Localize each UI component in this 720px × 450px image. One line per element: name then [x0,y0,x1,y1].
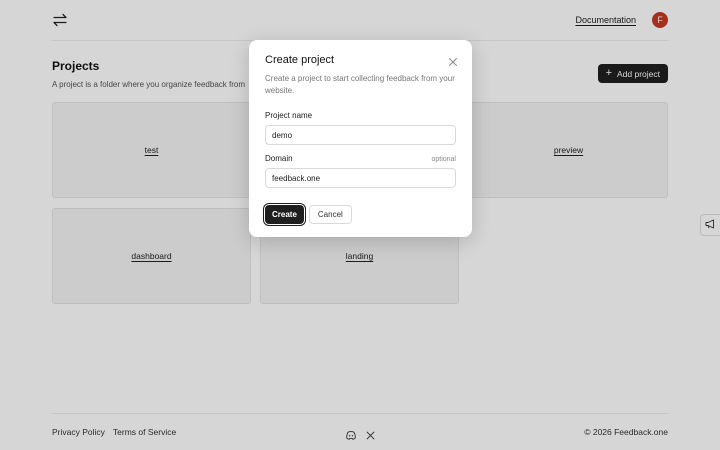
project-name-field-group: Project name [265,111,456,145]
domain-field-group: Domain optional [265,154,456,188]
project-name-input[interactable] [265,125,456,145]
modal-title: Create project [265,54,335,66]
close-icon[interactable] [448,54,458,66]
create-project-modal: Create project Create a project to start… [249,40,472,237]
project-name-label: Project name [265,111,313,120]
cancel-button[interactable]: Cancel [308,205,352,224]
app-root: Documentation F Projects A project is a … [0,0,720,450]
modal-actions: Create Cancel [265,205,352,224]
create-button[interactable]: Create [265,205,304,224]
domain-label-row: Domain optional [265,154,456,163]
domain-input[interactable] [265,168,456,188]
domain-optional-hint: optional [431,156,456,163]
modal-description: Create a project to start collecting fee… [265,74,455,95]
domain-label: Domain [265,154,293,163]
